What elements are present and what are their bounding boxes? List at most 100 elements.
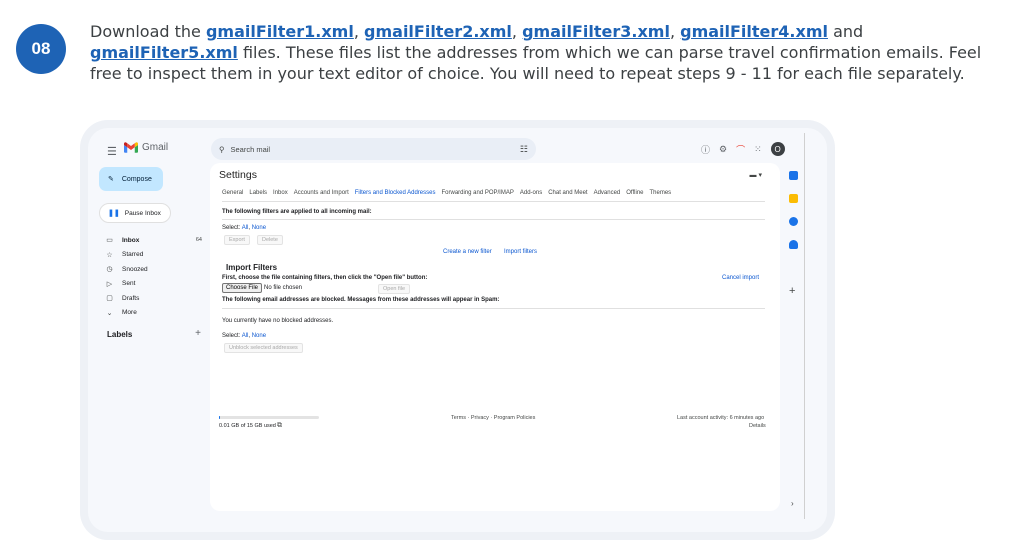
compose-button[interactable]: ✎ Compose [99,167,163,191]
sidebar-item-sent[interactable]: ▷ Sent [106,277,202,292]
settings-panel: Settings ▬ ▾ General Labels Inbox Accoun… [210,163,780,511]
separator: and [827,22,864,41]
apps-grid-icon[interactable]: ⁙ [754,144,762,155]
unread-count: 64 [195,237,202,244]
tab-forwarding-pop-imap[interactable]: Forwarding and POP/IMAP [441,190,513,196]
sidebar-nav: ▭ Inbox 64 ☆ Starred ◷ Snoozed ▷ Sent ▢ … [106,233,202,320]
gear-icon[interactable]: ⚙ [719,144,727,155]
add-label-icon[interactable]: + [195,329,201,339]
separator: , [669,22,681,41]
keyboard-icon[interactable]: ▬ ▾ [750,171,762,179]
sidebar-item-snoozed[interactable]: ◷ Snoozed [106,262,202,277]
tab-add-ons[interactable]: Add-ons [520,190,542,196]
sidebar-item-more[interactable]: ⌄ More [106,306,202,321]
tab-labels[interactable]: Labels [249,190,267,196]
sidebar-item-label: Snoozed [122,265,148,273]
calendar-icon[interactable] [788,171,798,180]
labels-heading: Labels [107,330,133,339]
sidebar-item-label: Drafts [122,294,140,302]
filter-select-row: Select: All, None [222,225,266,231]
import-filters-heading: Import Filters [226,263,278,272]
sidebar-item-label: Inbox [122,236,140,244]
pause-icon: ❚❚ [108,210,120,217]
separator: , [353,22,365,41]
import-instructions: First, choose the file containing filter… [222,275,428,281]
tab-advanced[interactable]: Advanced [594,190,621,196]
sidebar-item-inbox[interactable]: ▭ Inbox 64 [106,233,202,248]
divider [222,201,765,202]
import-filters-link[interactable]: Import filters [504,249,537,255]
keep-icon[interactable] [788,194,798,203]
gemini-spark-icon[interactable]: ⌒ [736,143,745,156]
open-file-button[interactable]: Open file [378,284,411,294]
search-icon: ⚲ [219,144,225,154]
choose-file-button[interactable]: Choose File [222,283,263,293]
file-link-gmailfilter4[interactable]: gmailFilter4.xml [680,22,828,41]
divider [222,219,765,220]
tab-offline[interactable]: Offline [626,190,643,196]
select-label: Select: [222,225,242,231]
settings-tabs: General Labels Inbox Accounts and Import… [222,190,671,196]
step-number-badge: 08 [16,24,66,74]
page-title: Settings [219,169,257,181]
delete-button[interactable]: Delete [257,235,283,245]
select-label: Select: [222,333,242,339]
pencil-icon: ✎ [108,176,114,183]
instruction-prefix: Download the [90,22,206,41]
unblock-selected-button[interactable]: Unblock selected addresses [224,343,303,353]
tasks-icon[interactable] [788,217,798,226]
storage-usage-bar [219,416,319,419]
tab-inbox[interactable]: Inbox [273,190,288,196]
avatar[interactable]: O [770,142,785,156]
tab-general[interactable]: General [222,190,243,196]
sidebar-item-label: Sent [122,280,136,288]
file-link-gmailfilter2[interactable]: gmailFilter2.xml [364,22,512,41]
gmail-logo[interactable]: Gmail [124,142,168,153]
file-link-gmailfilter5[interactable]: gmailFilter5.xml [90,43,238,62]
send-icon: ▷ [106,280,113,288]
pause-inbox-button[interactable]: ❚❚ Pause Inbox [99,203,171,223]
draft-icon: ▢ [106,295,113,303]
open-external-icon[interactable]: ⧉ [277,422,282,430]
sidebar-item-label: More [122,309,137,317]
search-bar[interactable]: ⚲ Search mail ☷ [211,138,536,160]
tab-themes[interactable]: Themes [650,190,672,196]
blocked-heading: The following email addresses are blocke… [222,297,500,303]
sidebar-item-label: Starred [122,251,144,259]
step-instructions: Download the gmailFilter1.xml, gmailFilt… [90,21,1015,84]
help-icon[interactable]: ⓘ [701,143,710,156]
separator: , [511,22,523,41]
tab-accounts-and-import[interactable]: Accounts and Import [294,190,349,196]
file-link-gmailfilter3[interactable]: gmailFilter3.xml [522,22,670,41]
sidebar-item-starred[interactable]: ☆ Starred [106,248,202,263]
footer-links[interactable]: Terms · Privacy · Program Policies [451,415,535,421]
get-add-ons-icon[interactable]: + [789,285,795,297]
select-none-link[interactable]: None [252,333,266,339]
file-link-gmailfilter1[interactable]: gmailFilter1.xml [206,22,354,41]
gmail-m-icon [124,142,138,153]
search-input[interactable]: Search mail [231,145,271,154]
last-activity-text: Last account activity: 6 minutes ago [677,415,765,421]
compose-label: Compose [121,175,152,183]
chevron-right-icon[interactable]: › [791,499,794,508]
export-button[interactable]: Export [224,235,250,245]
sidebar-item-drafts[interactable]: ▢ Drafts [106,291,202,306]
storage-used-text: 0.01 GB of 15 GB used [219,423,276,429]
labels-section-header: Labels + [107,329,201,340]
select-none-link[interactable]: None [252,225,266,231]
storage-usage-fill [219,416,220,419]
contacts-icon[interactable] [788,240,798,249]
cancel-import-link[interactable]: Cancel import [722,275,759,281]
no-file-chosen-text: No file chosen [264,285,303,291]
tab-chat-and-meet[interactable]: Chat and Meet [548,190,587,196]
tab-filters-and-blocked-addresses[interactable]: Filters and Blocked Addresses [355,190,436,196]
divider [222,308,765,309]
filters-heading: The following filters are applied to all… [222,209,372,215]
instruction-suffix: files. [237,43,281,62]
create-filter-link[interactable]: Create a new filter [443,249,492,255]
details-link[interactable]: Details [749,423,766,429]
main-menu-icon[interactable]: ☰ [107,145,117,158]
blocked-select-row: Select: All, None [222,333,266,339]
no-blocked-text: You currently have no blocked addresses. [222,318,334,324]
search-options-icon[interactable]: ☷ [520,144,528,155]
